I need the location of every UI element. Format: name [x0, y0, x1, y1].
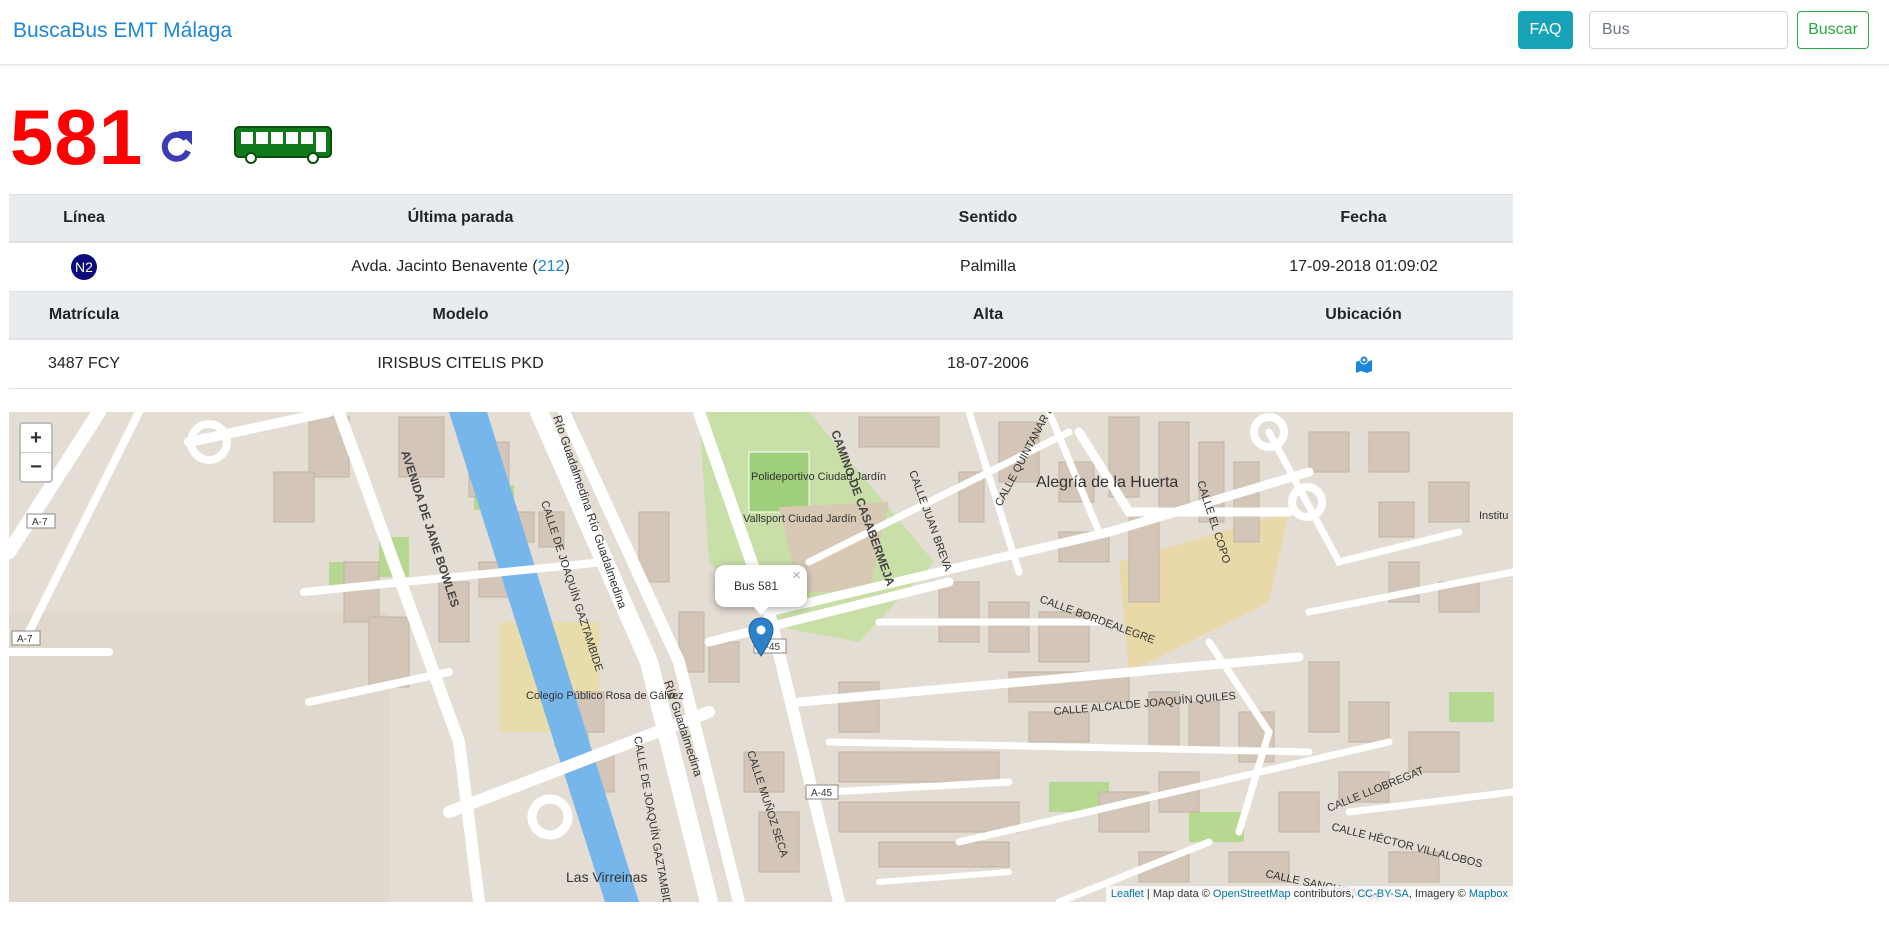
- header-modelo: Modelo: [159, 291, 762, 340]
- cell-matricula: 3487 FCY: [9, 339, 159, 389]
- map-attribution: Leaflet | Map data © OpenStreetMap contr…: [1105, 886, 1513, 902]
- bus-info-table: Línea Última parada Sentido Fecha N2 Avd…: [9, 194, 1513, 292]
- map-label-colegio: Colegio Público Rosa de Gálvez: [526, 690, 684, 702]
- map-label-instituto: Institu: [1479, 510, 1508, 522]
- refresh-icon[interactable]: [158, 125, 194, 165]
- mapbox-link[interactable]: Mapbox: [1469, 888, 1508, 900]
- popup-tip: [752, 605, 770, 615]
- zoom-control: + −: [19, 422, 53, 483]
- road-shield-a7-1: A-7: [32, 517, 48, 528]
- bus-icon: [234, 126, 332, 164]
- map-tiles: AVENIDA DE JANE BOWLES Río Guadalmedina …: [9, 412, 1513, 902]
- header-fecha: Fecha: [1214, 194, 1513, 243]
- cell-ultima-parada: Avda. Jacinto Benavente (212): [159, 242, 762, 292]
- bus-marker-icon[interactable]: [748, 617, 774, 657]
- table-row: 3487 FCY IRISBUS CITELIS PKD 18-07-2006: [9, 339, 1513, 389]
- navbar: BuscaBus EMT Málaga FAQ Buscar: [0, 0, 1889, 65]
- stop-code-link[interactable]: 212: [538, 258, 565, 275]
- cell-sentido: Palmilla: [762, 242, 1214, 292]
- cell-ubicacion: [1214, 339, 1513, 389]
- attribution-mapdata: | Map data ©: [1143, 888, 1213, 900]
- header-alta: Alta: [762, 291, 1214, 340]
- bus-search-input[interactable]: [1589, 11, 1788, 49]
- cell-alta: 18-07-2006: [762, 339, 1214, 389]
- header-ultima-parada: Última parada: [159, 194, 762, 243]
- map-label-alegria: Alegría de la Huerta: [1036, 474, 1178, 491]
- header-linea: Línea: [9, 194, 159, 243]
- zoom-in-button[interactable]: +: [21, 424, 51, 453]
- osm-link[interactable]: OpenStreetMap: [1213, 888, 1291, 900]
- cell-modelo: IRISBUS CITELIS PKD: [159, 339, 762, 389]
- close-icon[interactable]: ×: [792, 567, 801, 584]
- table-header-row: Matrícula Modelo Alta Ubicación: [9, 291, 1513, 340]
- road-shield-a45-2: A-45: [811, 788, 833, 799]
- header-ubicacion: Ubicación: [1214, 291, 1513, 340]
- cell-linea: N2: [9, 242, 159, 292]
- map-label-virreinas: Las Virreinas: [566, 869, 647, 885]
- attribution-contrib: contributors,: [1290, 888, 1358, 900]
- location-map[interactable]: AVENIDA DE JANE BOWLES Río Guadalmedina …: [9, 412, 1513, 902]
- brand-link[interactable]: BuscaBus EMT Málaga: [13, 19, 232, 43]
- attribution-imagery: , Imagery ©: [1408, 888, 1469, 900]
- table-row: N2 Avda. Jacinto Benavente (212) Palmill…: [9, 242, 1513, 292]
- stop-suffix: ): [564, 258, 570, 275]
- map-label-polideportivo: Polideportivo Ciudad Jardín: [751, 471, 886, 483]
- popup-text: Bus 581: [734, 579, 779, 593]
- header-sentido: Sentido: [762, 194, 1214, 243]
- bus-popup: Bus 581 ×: [715, 565, 807, 615]
- stop-name: Avda. Jacinto Benavente (: [351, 258, 538, 275]
- map-marked-icon[interactable]: [1355, 355, 1373, 373]
- line-badge[interactable]: N2: [71, 254, 97, 280]
- map-label-vallsport: Vallsport Ciudad Jardín: [743, 513, 857, 525]
- vehicle-info-table: Matrícula Modelo Alta Ubicación 3487 FCY…: [9, 291, 1513, 389]
- bus-number: 581: [10, 93, 144, 181]
- leaflet-link[interactable]: Leaflet: [1111, 888, 1144, 900]
- ccbysa-link[interactable]: CC-BY-SA: [1357, 888, 1409, 900]
- zoom-out-button[interactable]: −: [21, 453, 51, 481]
- cell-fecha: 17-09-2018 01:09:02: [1214, 242, 1513, 292]
- road-shield-a7-2: A-7: [17, 634, 33, 645]
- faq-button[interactable]: FAQ: [1518, 11, 1573, 49]
- header-matricula: Matrícula: [9, 291, 159, 340]
- search-button[interactable]: Buscar: [1797, 11, 1869, 49]
- table-header-row: Línea Última parada Sentido Fecha: [9, 194, 1513, 243]
